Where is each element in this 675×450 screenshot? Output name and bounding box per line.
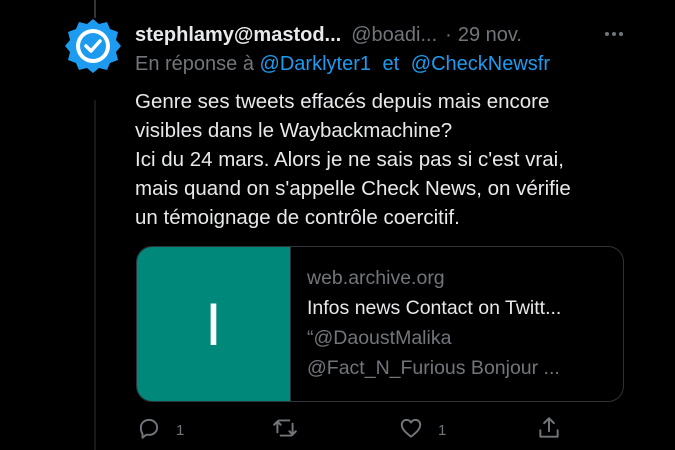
tweet-date[interactable]: 29 nov. (458, 24, 522, 47)
heart-icon (398, 415, 424, 446)
card-domain: web.archive.org (307, 267, 445, 289)
reply-joiner: et (382, 53, 400, 75)
user-handle[interactable]: @boadi... (351, 24, 437, 47)
reply-mention-darklyter1[interactable]: @Darklyter1 (260, 53, 371, 75)
reply-prefix: En réponse à (135, 53, 254, 75)
display-name[interactable]: stephlamy@mastod... (135, 24, 341, 47)
share-button[interactable] (536, 414, 562, 446)
more-dots-icon[interactable] (594, 14, 634, 54)
thread-line-bottom (94, 100, 96, 450)
tweet-text-line: Ici du 24 mars. Alors je ne sais pas si … (135, 148, 564, 171)
card-title: Infos news Contact on Twitt... (307, 297, 562, 319)
reply-mention-checknewsfr[interactable]: @CheckNewsfr (411, 53, 550, 75)
reply-bubble-icon (136, 415, 162, 446)
tweet-text-line: visibles dans le Waybackmachine? (135, 119, 453, 142)
like-button[interactable]: 1 (398, 414, 446, 446)
retweet-icon (272, 415, 298, 446)
reply-count: 1 (176, 421, 185, 439)
reply-button[interactable]: 1 (136, 414, 184, 446)
tweet-text: Genre ses tweets effacés depuis mais enc… (135, 87, 635, 232)
tweet-text-line: un témoignage de contrôle coercitif. (135, 206, 460, 229)
reply-context: En réponse à @Darklyter1 et @CheckNewsfr (135, 53, 550, 76)
verified-badge-icon[interactable] (63, 16, 123, 76)
tweet-header: stephlamy@mastod... @boadi... · 29 nov. (135, 20, 615, 50)
card-thumbnail: I (137, 247, 290, 401)
separator-dot: · (445, 23, 452, 46)
tweet-text-line: mais quand on s'appelle Check News, on v… (135, 177, 571, 200)
link-preview-card[interactable]: I web.archive.org Infos news Contact on … (136, 246, 624, 402)
card-body: web.archive.org Infos news Contact on Tw… (290, 247, 623, 401)
card-thumb-letter: I (205, 290, 222, 358)
share-upload-icon (536, 415, 562, 446)
tweet-text-line: Genre ses tweets effacés depuis mais enc… (135, 90, 550, 113)
like-count: 1 (438, 421, 447, 439)
action-bar: 1 1 (132, 414, 612, 446)
card-description-line: “@DaoustMalika (307, 327, 452, 349)
retweet-button[interactable] (272, 414, 312, 446)
card-description-line: @Fact_N_Furious Bonjour ... (307, 357, 560, 379)
